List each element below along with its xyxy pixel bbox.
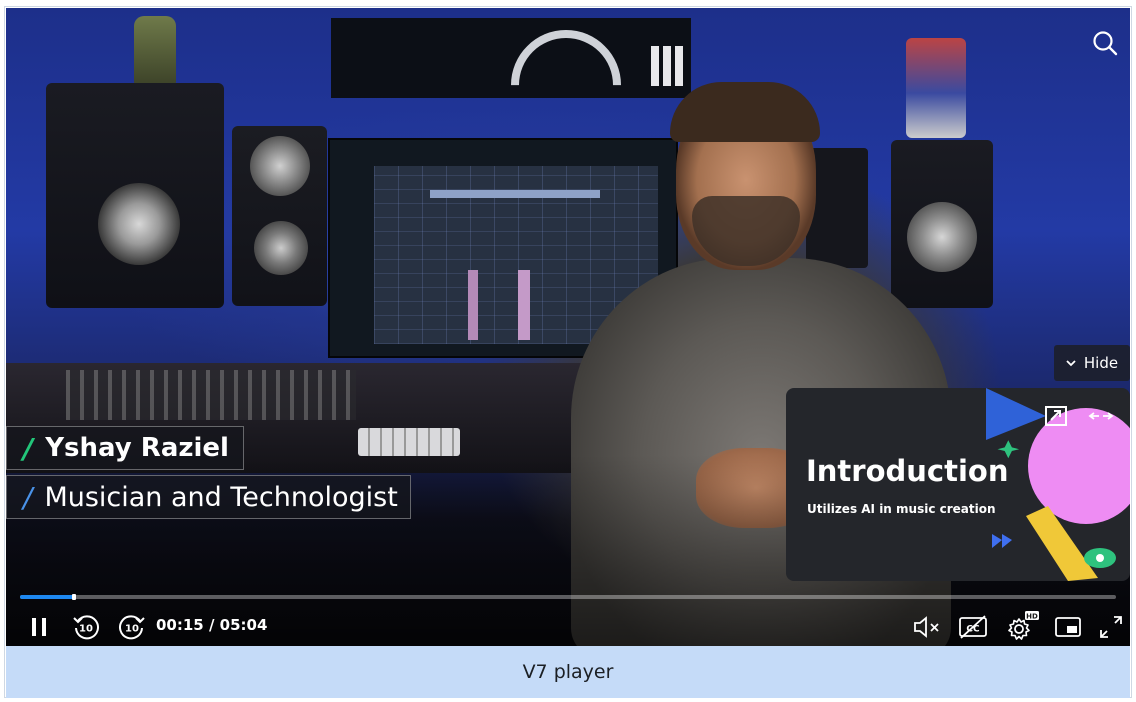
hd-badge-label: HD [1026,613,1038,621]
pause-icon [32,618,46,636]
picture-in-picture-button[interactable] [1052,612,1084,642]
lower-third-name: / Yshay Raziel [6,426,244,470]
popout-button[interactable] [1043,404,1069,428]
player-caption: V7 player [522,661,614,683]
forward-10-button[interactable]: 10 [116,612,148,642]
hide-chapters-button[interactable]: Hide [1054,345,1130,381]
forward-10-label: 10 [125,624,139,635]
popout-icon [1045,406,1067,426]
settings-button[interactable]: HD [1004,608,1040,644]
settings-icon: HD [1008,611,1039,640]
progress-bar[interactable] [20,594,1116,600]
captions-button[interactable]: CC [956,612,990,642]
rewind-10-icon: 10 [73,615,99,640]
lower-third-role: / Musician and Technologist [6,475,411,519]
expand-card-button[interactable] [1086,404,1116,428]
search-button[interactable] [1090,28,1120,58]
rewind-10-button[interactable]: 10 [70,612,102,642]
progress-fill [20,595,74,599]
picture-in-picture-icon [1055,617,1081,637]
chevron-down-icon [1066,360,1076,367]
chapter-subtitle: Utilizes AI in music creation [807,502,996,516]
presenter-role: Musician and Technologist [44,481,398,513]
video-player[interactable]: / Yshay Raziel / Musician and Technologi… [6,8,1130,646]
progress-handle[interactable] [71,594,76,600]
presenter-name: Yshay Raziel [45,433,229,463]
captions-off-icon: CC [959,615,987,639]
chapter-title: Introduction [806,454,1009,488]
control-bar: 10 10 00:15 / 05:04 CC HD [6,608,1130,646]
role-slash: / [23,480,33,514]
fullscreen-button[interactable] [1096,612,1126,642]
pause-button[interactable] [26,612,52,642]
expand-horizontal-icon [1088,412,1114,420]
mute-button[interactable] [910,612,944,642]
mute-icon [914,616,939,638]
time-display: 00:15 / 05:04 [156,616,268,634]
name-slash: / [23,431,34,465]
chapter-card[interactable]: Introduction Utilizes AI in music creati… [786,388,1130,581]
hide-label: Hide [1083,354,1119,372]
fullscreen-icon [1100,616,1122,638]
player-caption-bar: V7 player [6,646,1130,698]
rewind-10-label: 10 [79,624,93,635]
search-icon [1093,31,1118,56]
forward-10-icon: 10 [119,615,145,640]
